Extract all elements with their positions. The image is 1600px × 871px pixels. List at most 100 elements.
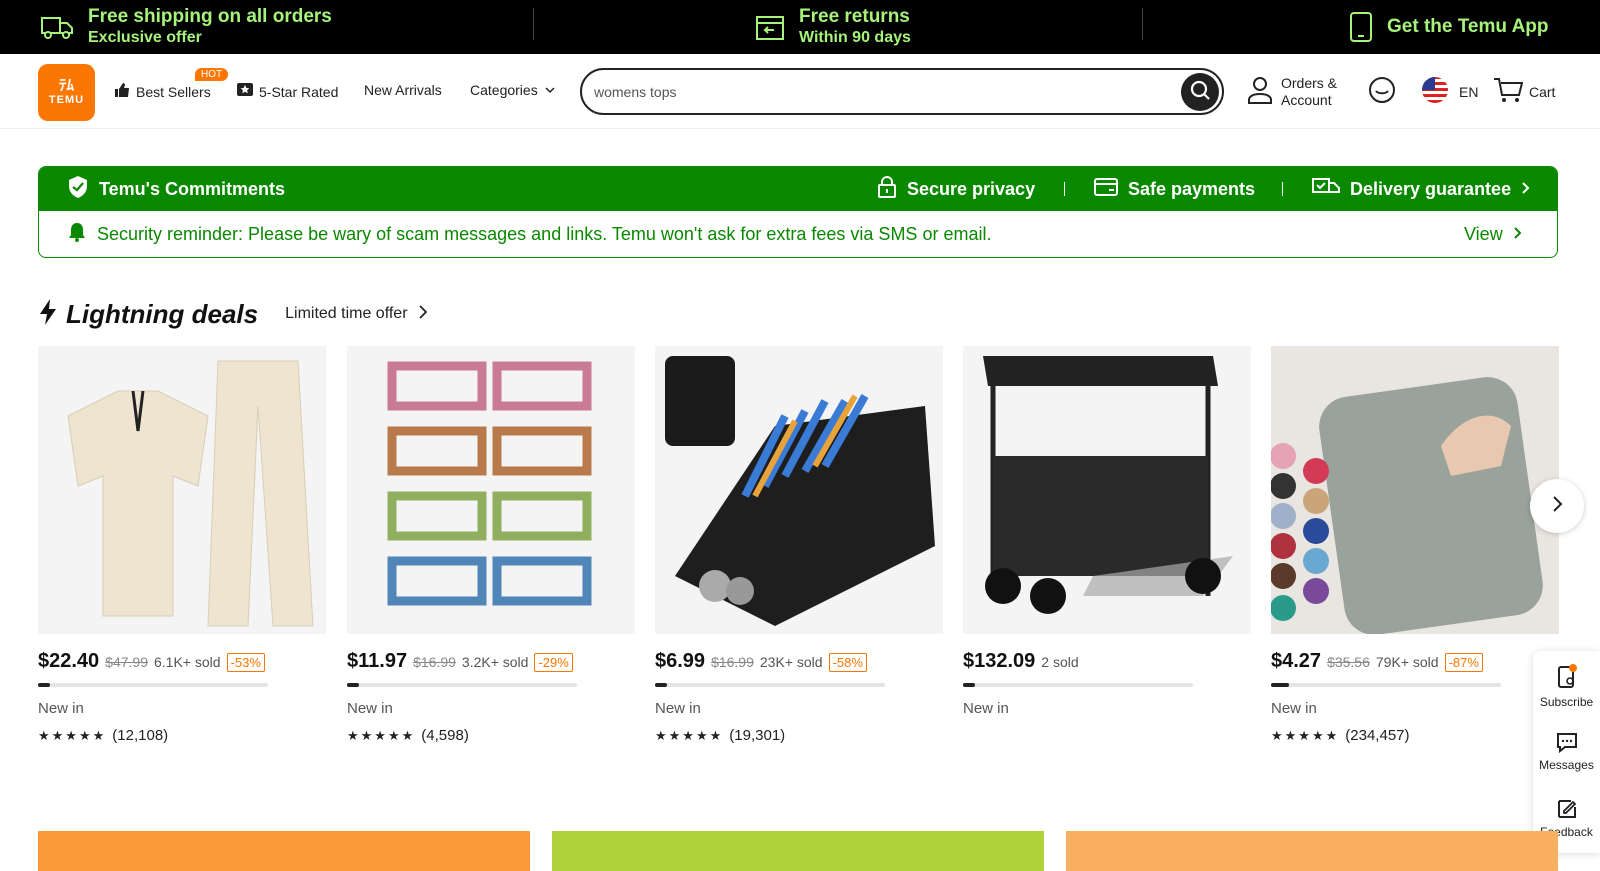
language-label: EN bbox=[1459, 83, 1479, 100]
search-button[interactable] bbox=[1181, 73, 1219, 111]
carousel-next-button[interactable] bbox=[1530, 479, 1584, 533]
free-returns-promo[interactable]: Free returns Within 90 days bbox=[755, 0, 911, 54]
language-selector[interactable]: EN bbox=[1421, 54, 1478, 129]
promo-banner-orange[interactable] bbox=[38, 831, 530, 871]
progress-fill bbox=[347, 683, 359, 687]
chevron-right-icon bbox=[1521, 179, 1531, 200]
star-rating: ★★★★★ bbox=[347, 727, 416, 743]
orders-label: Orders & bbox=[1281, 74, 1338, 91]
review-count: (4,598) bbox=[421, 727, 469, 744]
progress-fill bbox=[963, 683, 975, 687]
nav-label: 5-Star Rated bbox=[259, 83, 339, 100]
search-icon bbox=[1189, 79, 1211, 106]
new-in-label: New in bbox=[38, 700, 84, 717]
cart-button[interactable]: Cart bbox=[1493, 54, 1555, 129]
divider bbox=[1282, 182, 1283, 196]
commitments-title-text: Temu's Commitments bbox=[99, 178, 285, 199]
nav-categories[interactable]: Categories bbox=[470, 82, 556, 98]
logo-glyphs: ﾃﾑ bbox=[58, 77, 74, 94]
free-shipping-promo[interactable]: Free shipping on all orders Exclusive of… bbox=[40, 0, 332, 54]
product-image-tracksuit[interactable] bbox=[38, 346, 326, 634]
view-link[interactable]: View bbox=[1464, 211, 1523, 257]
nav-best-sellers[interactable]: Best Sellers bbox=[114, 82, 211, 101]
rating: ★★★★★ (234,457) bbox=[1271, 727, 1559, 744]
product-price: $11.97 bbox=[347, 650, 408, 672]
product-card[interactable]: $4.27 $35.56 79K+ sold -87% New in ★★★★★… bbox=[1271, 346, 1559, 744]
user-icon bbox=[1247, 76, 1273, 107]
original-price: $16.99 bbox=[413, 654, 456, 670]
return-box-icon bbox=[755, 13, 785, 41]
product-image-wagon[interactable] bbox=[963, 346, 1251, 634]
promo-banner-peach[interactable] bbox=[1066, 831, 1558, 871]
messages-label: Messages bbox=[1539, 758, 1594, 772]
delivery-guarantee-link[interactable]: Delivery guarantee bbox=[1312, 167, 1531, 211]
support-button[interactable] bbox=[1368, 54, 1396, 129]
divider bbox=[1142, 8, 1143, 40]
product-price: $6.99 bbox=[655, 650, 706, 672]
progress-fill bbox=[38, 683, 50, 687]
truck-icon bbox=[40, 13, 74, 41]
new-in-label: New in bbox=[347, 700, 393, 717]
messages-button[interactable]: Messages bbox=[1533, 730, 1600, 772]
subscribe-button[interactable]: Subscribe bbox=[1533, 663, 1600, 709]
product-card[interactable]: $11.97 $16.99 3.2K+ sold -29% New in ★★★… bbox=[347, 346, 635, 744]
product-image-bath-mat[interactable] bbox=[1271, 346, 1559, 634]
returns-title: Free returns bbox=[799, 6, 910, 27]
product-card[interactable]: $132.09 2 sold New in bbox=[963, 346, 1251, 717]
floating-side-panel: Subscribe Messages Feedback bbox=[1533, 651, 1600, 853]
promo-banner-green[interactable] bbox=[552, 831, 1044, 871]
divider bbox=[1064, 182, 1065, 196]
product-price: $22.40 bbox=[38, 650, 100, 672]
star-rating: ★★★★★ bbox=[655, 727, 724, 743]
review-count: (19,301) bbox=[729, 727, 786, 744]
progress-fill bbox=[655, 683, 667, 687]
get-app-link[interactable]: Get the Temu App bbox=[1349, 0, 1549, 54]
chevron-right-icon bbox=[418, 304, 428, 325]
subscribe-label: Subscribe bbox=[1539, 695, 1594, 709]
deals-subtitle: Limited time offer bbox=[285, 305, 408, 322]
chevron-down-icon bbox=[544, 82, 556, 98]
nav-new-arrivals[interactable]: New Arrivals bbox=[364, 82, 442, 98]
lightning-icon bbox=[38, 298, 58, 331]
search-input[interactable] bbox=[594, 80, 1154, 104]
sold-count: 3.2K+ sold bbox=[461, 654, 529, 670]
delivery-truck-icon bbox=[1312, 176, 1340, 203]
stock-progress bbox=[38, 683, 268, 687]
original-price: $16.99 bbox=[711, 654, 754, 670]
commitments-title[interactable]: Temu's Commitments bbox=[67, 167, 285, 211]
nav-five-star[interactable]: 5-Star Rated bbox=[237, 82, 338, 101]
us-flag-icon bbox=[1421, 76, 1449, 107]
rating: ★★★★★ (19,301) bbox=[655, 727, 943, 744]
shipping-title: Free shipping on all orders bbox=[88, 6, 332, 27]
discount-badge: -87% bbox=[1444, 653, 1483, 672]
safe-payments-link[interactable]: Safe payments bbox=[1094, 167, 1255, 211]
product-image-wallet[interactable] bbox=[655, 346, 943, 634]
divider bbox=[533, 8, 534, 40]
chevron-right-icon bbox=[1551, 495, 1563, 518]
product-price: $132.09 bbox=[963, 650, 1036, 672]
limited-time-link[interactable]: Limited time offer bbox=[285, 304, 427, 325]
reminder-message: Security reminder: Please be wary of sca… bbox=[97, 224, 992, 244]
review-count: (12,108) bbox=[112, 727, 169, 744]
new-in-label: New in bbox=[963, 700, 1009, 717]
discount-badge: -29% bbox=[534, 653, 573, 672]
cart-label: Cart bbox=[1529, 83, 1556, 100]
stock-progress bbox=[347, 683, 577, 687]
temu-logo[interactable]: ﾃﾑ TEMU bbox=[38, 64, 95, 121]
shield-check-icon bbox=[67, 175, 89, 204]
stock-progress bbox=[963, 683, 1193, 687]
product-card[interactable]: $6.99 $16.99 23K+ sold -58% New in ★★★★★… bbox=[655, 346, 943, 744]
orders-account[interactable]: Orders & Account bbox=[1247, 54, 1337, 129]
new-in-label: New in bbox=[1271, 700, 1317, 717]
progress-fill bbox=[1271, 683, 1290, 687]
stock-progress bbox=[655, 683, 885, 687]
secure-privacy-link[interactable]: Secure privacy bbox=[877, 167, 1035, 211]
product-card[interactable]: $22.40 $47.99 6.1K+ sold -53% New in ★★★… bbox=[38, 346, 326, 744]
stock-progress bbox=[1271, 683, 1501, 687]
commitments-header: Temu's Commitments Secure privacy Safe p… bbox=[39, 167, 1557, 211]
secure-privacy-label: Secure privacy bbox=[907, 178, 1036, 199]
account-label: Account bbox=[1281, 91, 1332, 108]
deals-title: Lightning deals bbox=[66, 298, 259, 329]
star-badge-icon bbox=[237, 82, 253, 101]
product-image-glasses[interactable] bbox=[347, 346, 635, 634]
